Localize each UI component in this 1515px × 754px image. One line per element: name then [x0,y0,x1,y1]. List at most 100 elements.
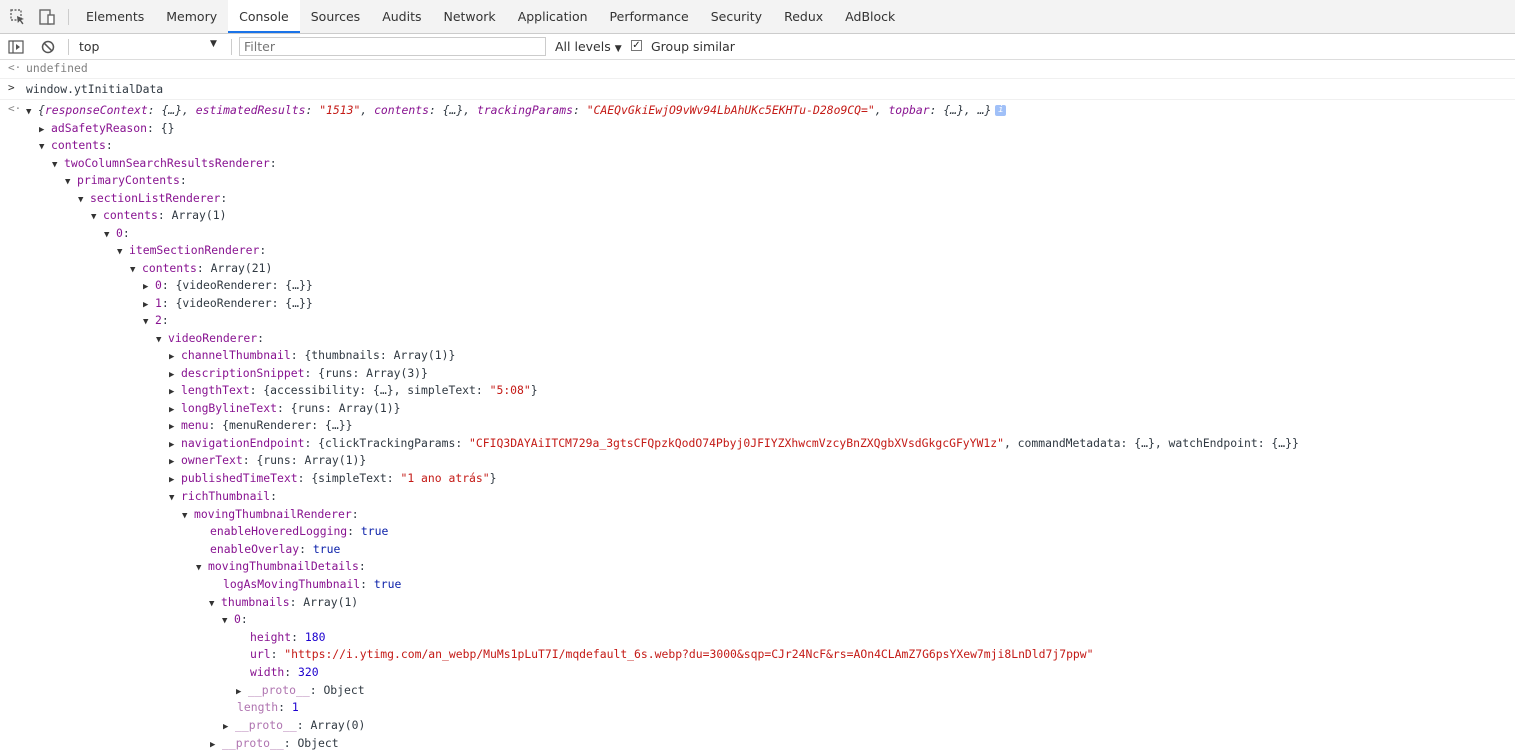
tree-node[interactable]: ▶ menu: {menuRenderer: {…}} [169,417,352,434]
tab-adblock[interactable]: AdBlock [834,0,906,33]
expanded-triangle-icon[interactable]: ▼ [209,596,221,613]
tree-node[interactable]: ▼ richThumbnail: [169,488,277,505]
tab-performance[interactable]: Performance [599,0,700,33]
collapsed-triangle-icon[interactable]: ▶ [169,384,181,401]
tree-value: "5:08" [489,383,531,397]
tree-node[interactable]: ▼ 2: [143,312,169,329]
tree-leaf: logAsMovingThumbnail: true [223,577,402,591]
tree-root[interactable]: ▼ {responseContext: {…}, estimatedResults… [26,102,1007,121]
tree-key: richThumbnail [181,489,271,503]
tab-network[interactable]: Network [432,0,506,33]
expanded-triangle-icon[interactable]: ▼ [222,613,234,630]
expanded-triangle-icon[interactable]: ▼ [143,314,155,331]
tree-node[interactable]: ▼ movingThumbnailRenderer: [182,506,359,523]
tree-node[interactable]: ▶ 0: {videoRenderer: {…}} [143,277,313,294]
tab-memory[interactable]: Memory [155,0,228,33]
expanded-triangle-icon[interactable]: ▼ [182,508,194,525]
tree-key: enableOverlay [210,542,300,556]
tree-node[interactable]: ▶ longBylineText: {runs: Array(1)} [169,400,400,417]
tree-key: contents [103,208,158,222]
inspect-element-icon[interactable] [9,8,27,26]
log-levels-dropdown[interactable]: All levels ▼ [555,39,622,54]
chevron-down-icon[interactable]: ▼ [210,39,217,49]
info-icon[interactable]: i [995,105,1007,116]
tree-node[interactable]: ▼ primaryContents: [65,172,187,189]
tree-value: Array(21) [210,261,273,275]
console-toolbar: top ▼ All levels ▼ ✓ Group similar [0,34,1515,60]
tree-node[interactable]: ▼ twoColumnSearchResultsRenderer: [52,155,277,172]
group-similar-checkbox[interactable]: ✓ [631,40,642,51]
tree-node[interactable]: ▶ __proto__: Array(0) [223,717,365,734]
tab-audits[interactable]: Audits [371,0,432,33]
tree-node[interactable]: ▶ __proto__: Object [210,735,339,752]
tree-node[interactable]: ▼ itemSectionRenderer: [117,242,266,259]
tree-node[interactable]: ▶ publishedTimeText: {simpleText: "1 ano … [169,470,496,487]
tab-redux[interactable]: Redux [773,0,834,33]
tree-value: {runs: Array(1)} [290,401,401,415]
tree-key: __proto__ [248,683,310,697]
collapsed-triangle-icon[interactable]: ▶ [169,349,181,366]
expanded-triangle-icon[interactable]: ▼ [196,560,208,577]
tab-console[interactable]: Console [228,0,300,33]
tree-node[interactable]: ▼ sectionListRenderer: [78,190,227,207]
tree-node[interactable]: ▼ contents: Array(1) [91,207,226,224]
clear-console-icon[interactable] [40,39,56,55]
tree-value: {…} [442,103,464,117]
tab-sources[interactable]: Sources [300,0,371,33]
group-similar-label: Group similar [651,39,735,54]
tree-value: Array(1) [303,595,359,609]
tree-node[interactable]: ▶ lengthText: {accessibility: {…}, simple… [169,382,538,399]
expanded-triangle-icon[interactable]: ▼ [65,174,77,191]
tree-value: "CAEQvGkiEwjO9vWv94LbAhUKc5EKHTu-D28o9CQ… [586,103,875,117]
tree-key: contents [51,138,106,152]
tree-node[interactable]: ▶ 1: {videoRenderer: {…}} [143,295,313,312]
tree-node[interactable]: ▼ 0: [104,225,130,242]
tree-key: twoColumnSearchResultsRenderer [64,156,270,170]
expanded-triangle-icon[interactable]: ▼ [130,262,142,279]
filter-input[interactable] [239,37,546,56]
tree-node[interactable]: ▶ navigationEndpoint: {clickTrackingParam… [169,435,1299,452]
tab-elements[interactable]: Elements [75,0,155,33]
tree-node[interactable]: ▼ movingThumbnailDetails: [196,558,366,575]
expanded-triangle-icon[interactable]: ▼ [104,227,116,244]
sidebar-toggle-icon[interactable] [8,39,24,55]
tree-node[interactable]: ▶ adSafetyReason: {} [39,120,174,137]
console-message: <· undefined [0,60,1515,79]
expanded-triangle-icon[interactable]: ▼ [117,244,129,261]
tree-node[interactable]: ▼ contents: [39,137,113,154]
collapsed-triangle-icon[interactable]: ▶ [223,719,235,736]
tree-value: true [312,542,341,556]
expanded-triangle-icon[interactable]: ▼ [169,490,181,507]
tree-node[interactable]: ▼ contents: Array(21) [130,260,272,277]
tab-security[interactable]: Security [700,0,773,33]
collapsed-triangle-icon[interactable]: ▶ [210,737,222,754]
collapsed-triangle-icon[interactable]: ▶ [169,472,181,489]
tree-value: Array(1) [171,208,227,222]
collapsed-triangle-icon[interactable]: ▶ [143,279,155,296]
tree-node[interactable]: ▶ ownerText: {runs: Array(1)} [169,452,366,469]
tree-node[interactable]: ▼ 0: [222,611,248,628]
expanded-triangle-icon[interactable]: ▼ [52,157,64,174]
tree-key: sectionListRenderer [90,191,221,205]
tree-node[interactable]: ▶ descriptionSnippet: {runs: Array(3)} [169,365,428,382]
expanded-triangle-icon[interactable]: ▼ [91,209,103,226]
tree-node[interactable]: ▼ videoRenderer: [156,330,264,347]
devtools-tabbar: Elements Memory Console Sources Audits N… [0,0,1515,34]
tree-key: enableHoveredLogging [210,524,348,538]
tree-key: trackingParams [476,103,573,117]
tree-value: {videoRenderer: {…}} [175,278,313,292]
expanded-triangle-icon[interactable]: ▼ [26,104,38,121]
context-selector[interactable]: top [79,39,99,54]
collapsed-triangle-icon[interactable]: ▶ [169,419,181,436]
tree-value: true [360,524,389,538]
device-toolbar-icon[interactable] [38,8,56,26]
collapsed-triangle-icon[interactable]: ▶ [169,454,181,471]
tree-key: 2 [155,313,162,327]
expanded-triangle-icon[interactable]: ▼ [78,192,90,209]
tree-node[interactable]: ▼ thumbnails: Array(1) [209,594,358,611]
tree-node[interactable]: ▶ channelThumbnail: {thumbnails: Array(1)… [169,347,455,364]
tab-application[interactable]: Application [507,0,599,33]
expanded-triangle-icon[interactable]: ▼ [39,139,51,156]
expanded-triangle-icon[interactable]: ▼ [156,332,168,349]
tree-node[interactable]: ▶ __proto__: Object [236,682,365,699]
